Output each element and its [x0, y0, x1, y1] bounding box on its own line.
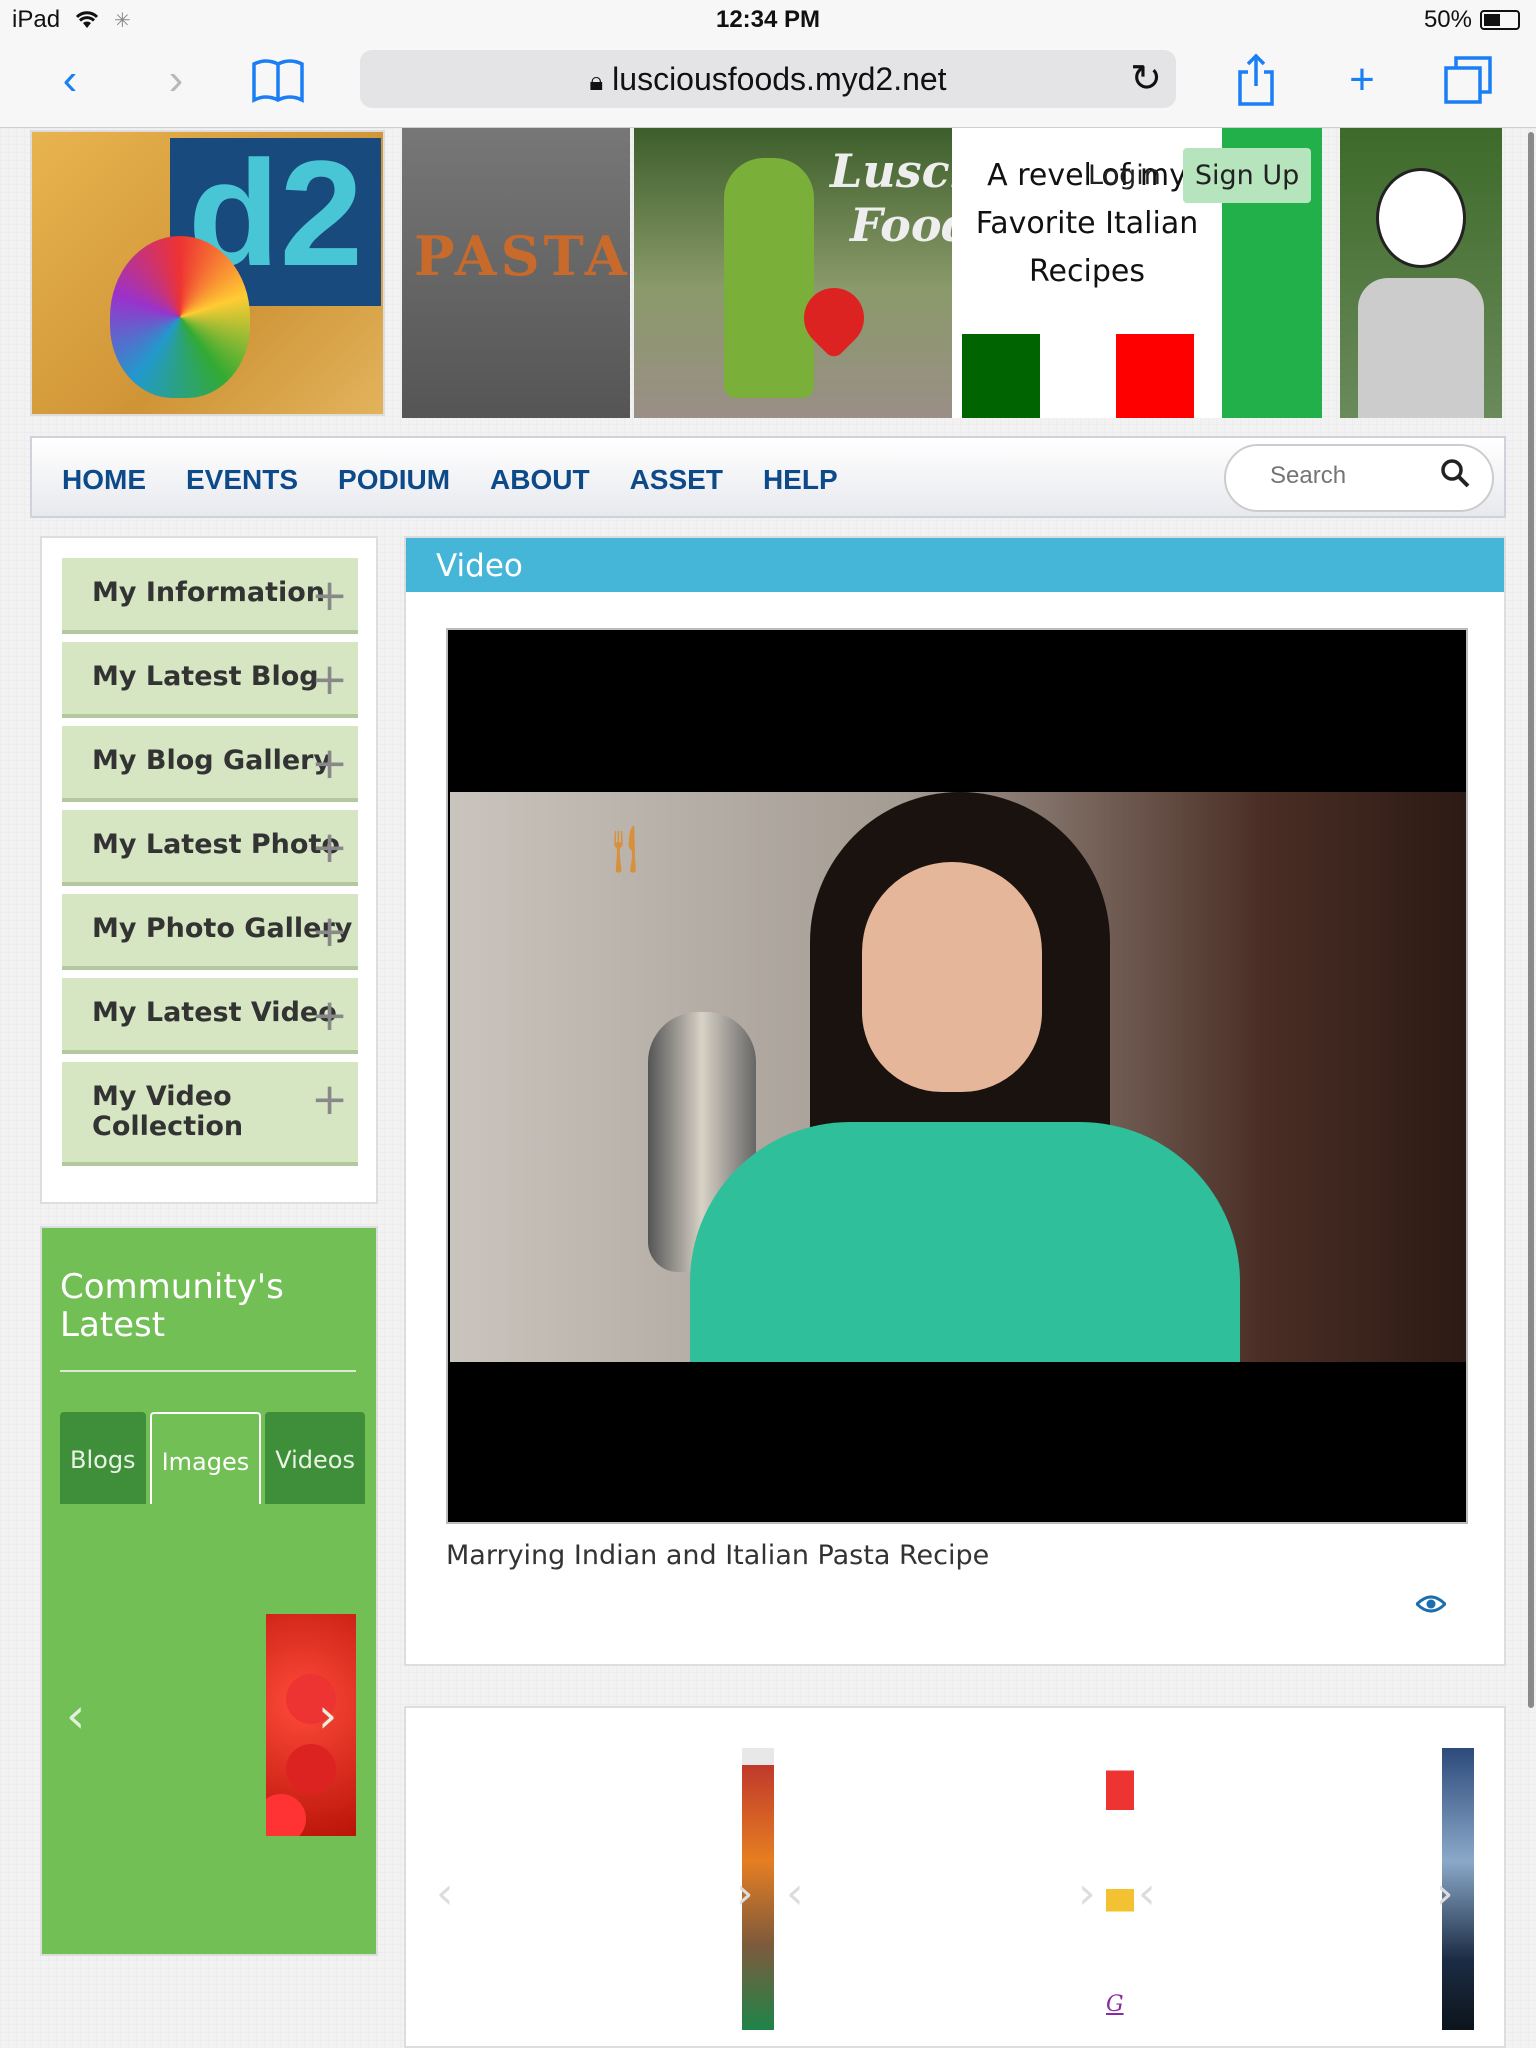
search-icon[interactable]	[1440, 458, 1470, 488]
community-title: Community's Latest	[60, 1267, 284, 1345]
login-link[interactable]: Login	[1080, 148, 1169, 203]
sidebar-item-my-latest-photo[interactable]: My Latest Photo +	[62, 810, 358, 886]
sidebar-item-my-video-collection[interactable]: My Video Collection +	[62, 1062, 358, 1166]
reload-icon[interactable]: ↻	[1130, 56, 1162, 101]
forward-icon[interactable]: ›	[148, 52, 204, 108]
tab-images[interactable]: Images	[149, 1412, 262, 1504]
gallery-thumbnail-2[interactable]	[1106, 1748, 1134, 2030]
new-tab-icon[interactable]: +	[1334, 52, 1390, 108]
auth-links: Login Sign Up	[1080, 148, 1312, 203]
video-frame: 🍴︎	[450, 792, 1466, 1362]
gallery-next-icon[interactable]: ›	[736, 1868, 754, 1919]
gallery-link[interactable]: G	[1106, 1992, 1124, 2017]
brand-script-luscious: Luscious	[830, 144, 952, 198]
nav-about[interactable]: ABOUT	[490, 464, 590, 496]
sidebar-item-my-latest-video[interactable]: My Latest Video +	[62, 978, 358, 1054]
bottom-gallery: ‹ › ‹ › ‹ G ›	[404, 1706, 1506, 2048]
lock-icon: 🔒︎	[589, 66, 604, 96]
sidebar-item-my-information[interactable]: My Information +	[62, 558, 358, 634]
video-panel-header: Video	[406, 538, 1504, 592]
search-box	[1224, 444, 1494, 512]
gallery-prev-icon[interactable]: ‹	[436, 1868, 454, 1919]
profile-sidebar: My Information + My Latest Blog + My Blog …	[40, 536, 378, 1204]
url-text: lusciousfoods.myd2.net	[612, 61, 947, 97]
expand-plus-icon[interactable]: +	[311, 990, 348, 1041]
gallery-next-icon[interactable]: ›	[1078, 1868, 1096, 1919]
view-eye-icon[interactable]	[1416, 1594, 1446, 1614]
address-bar[interactable]: 🔒︎ lusciousfoods.myd2.net ↻	[360, 50, 1176, 108]
page-scrollbar[interactable]	[1528, 132, 1534, 1708]
status-bar: iPad ✳ 12:34 PM 50%	[0, 0, 1536, 40]
nav-help[interactable]: HELP	[763, 464, 838, 496]
video-caption[interactable]: Marrying Indian and Italian Pasta Recipe	[446, 1540, 989, 1571]
nav-podium[interactable]: PODIUM	[338, 464, 450, 496]
expand-plus-icon[interactable]: +	[311, 1074, 348, 1125]
sidebar-item-my-blog-gallery[interactable]: My Blog Gallery +	[62, 726, 358, 802]
video-player[interactable]: 🍴︎	[446, 628, 1468, 1524]
expand-plus-icon[interactable]: +	[311, 822, 348, 873]
tabs-overview-icon[interactable]	[1440, 52, 1496, 108]
nav-home[interactable]: HOME	[62, 464, 146, 496]
nav-asset[interactable]: ASSET	[630, 464, 723, 496]
sidebar-item-my-photo-gallery[interactable]: My Photo Gallery +	[62, 894, 358, 970]
panda-avatar[interactable]	[1340, 128, 1502, 418]
sidebar-item-my-latest-blog[interactable]: My Latest Blog +	[62, 642, 358, 718]
browser-toolbar: ‹ › 🔒︎ lusciousfoods.myd2.net ↻ +	[0, 40, 1536, 128]
carousel-prev-icon[interactable]: ‹	[66, 1688, 85, 1744]
battery-icon	[1480, 10, 1520, 30]
fork-spoon-icon: 🍴︎	[596, 823, 655, 875]
hot-air-balloon-image	[110, 236, 250, 398]
expand-plus-icon[interactable]: +	[311, 654, 348, 705]
back-icon[interactable]: ‹	[42, 52, 98, 108]
d2-logo[interactable]: d2	[30, 130, 385, 416]
signup-button[interactable]: Sign Up	[1182, 148, 1312, 203]
gallery-prev-icon[interactable]: ‹	[786, 1868, 804, 1919]
expand-plus-icon[interactable]: +	[311, 570, 348, 621]
chef-frog-image: LusciousFoods	[634, 128, 952, 418]
brand-script-foods: Foods	[850, 198, 952, 252]
clock: 12:34 PM	[715, 6, 821, 33]
tab-blogs[interactable]: Blogs	[60, 1412, 146, 1504]
expand-plus-icon[interactable]: +	[311, 906, 348, 957]
expand-plus-icon[interactable]: +	[311, 738, 348, 789]
pasta-board-image: PASTA	[402, 128, 630, 418]
video-panel: Video 🍴︎ Marrying Indian and Italian Pas…	[404, 536, 1506, 1666]
carousel-next-icon[interactable]: ›	[318, 1688, 337, 1744]
battery-percent: 50%	[1423, 6, 1472, 33]
bookmarks-icon[interactable]	[250, 52, 306, 108]
tomatoes-thumbnail[interactable]	[266, 1614, 356, 1836]
tab-videos[interactable]: Videos	[265, 1412, 365, 1504]
gallery-prev-icon[interactable]: ‹	[1138, 1868, 1156, 1919]
share-icon[interactable]	[1228, 52, 1284, 108]
nav-events[interactable]: EVENTS	[186, 464, 298, 496]
community-latest-panel: Community's Latest Blogs Images Videos ‹…	[40, 1226, 378, 1956]
community-tabs: Blogs Images Videos	[60, 1412, 365, 1504]
gallery-next-icon[interactable]: ›	[1436, 1868, 1454, 1919]
search-input[interactable]	[1270, 462, 1420, 490]
